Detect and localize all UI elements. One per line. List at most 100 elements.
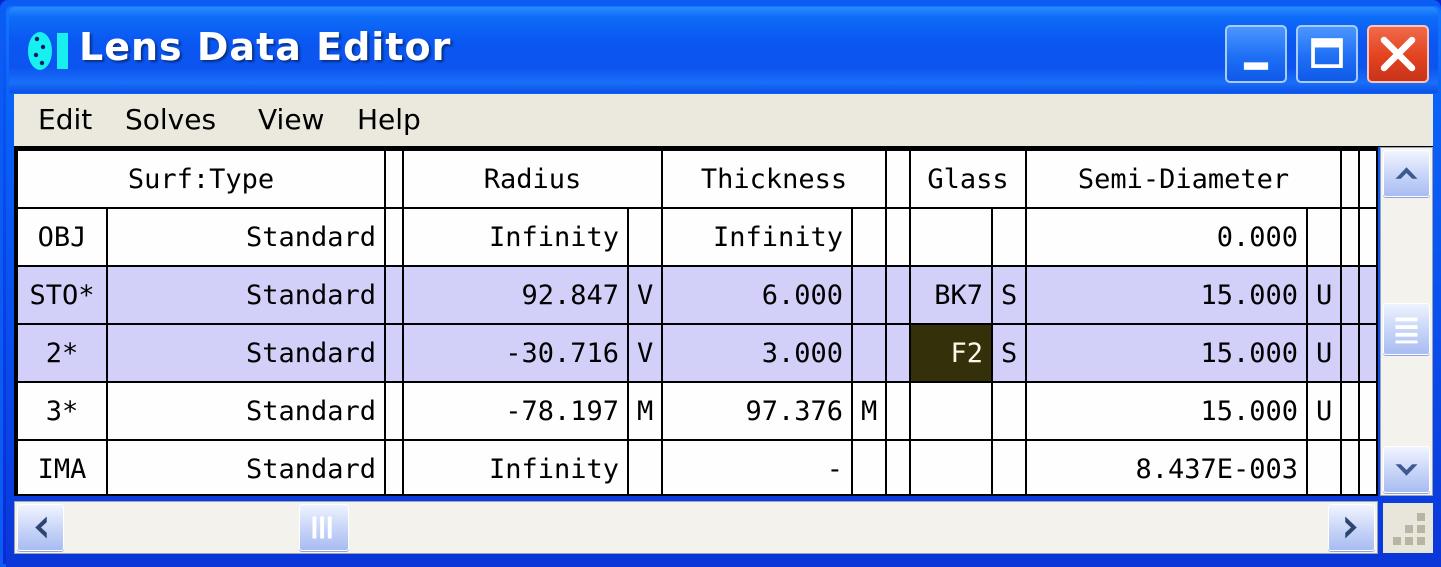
column-header-semi-diameter[interactable]: Semi-Diameter <box>1025 149 1343 209</box>
cell-radius-solve[interactable]: V <box>626 323 664 383</box>
cell-radius-solve[interactable] <box>626 207 664 267</box>
cell-semi-solve[interactable] <box>1306 439 1343 494</box>
cell-radius[interactable]: 92.847 <box>402 265 629 325</box>
table-row[interactable]: 2* Standard -30.716 V 3.000 F2 S 15.000 U <box>16 323 1376 383</box>
table-row[interactable]: 3* Standard -78.197 M 97.376 M 15.000 U <box>16 381 1376 441</box>
cell-radius[interactable]: Infinity <box>402 439 629 494</box>
cell-surface-type[interactable]: Standard <box>106 323 386 383</box>
cell-gap-1 <box>384 439 404 494</box>
cell-gap-2 <box>885 207 912 267</box>
cell-thickness[interactable]: 97.376 <box>661 381 854 441</box>
window-title: Lens Data Editor <box>79 25 452 69</box>
scroll-left-icon[interactable] <box>17 504 64 551</box>
cell-glass[interactable] <box>909 439 994 494</box>
cell-glass-solve[interactable]: S <box>991 265 1028 325</box>
cell-glass[interactable] <box>909 207 994 267</box>
vertical-scroll-thumb[interactable] <box>1383 303 1430 355</box>
cell-radius-solve[interactable]: V <box>626 265 664 325</box>
cell-semi-diameter[interactable]: 15.000 <box>1025 323 1309 383</box>
cell-glass-solve[interactable] <box>991 207 1028 267</box>
cell-surface-type[interactable]: Standard <box>106 439 386 494</box>
cell-semi-diameter[interactable]: 15.000 <box>1025 381 1309 441</box>
cell-glass-solve[interactable] <box>991 439 1028 494</box>
scroll-up-icon[interactable] <box>1383 150 1430 197</box>
cell-gap-4 <box>1358 207 1376 267</box>
cell-radius-solve[interactable] <box>626 439 664 494</box>
column-gap-2 <box>885 149 912 209</box>
cell-gap-4 <box>1358 381 1376 441</box>
lens-data-editor-window: Lens Data Editor Edit Solves View Help S… <box>0 0 1441 567</box>
cell-gap-2 <box>885 323 912 383</box>
cell-surface[interactable]: 3* <box>16 381 108 441</box>
cell-gap-2 <box>885 381 912 441</box>
cell-thickness[interactable]: 3.000 <box>661 323 854 383</box>
column-header-radius[interactable]: Radius <box>401 149 664 209</box>
cell-surface[interactable]: IMA <box>16 439 108 494</box>
cell-gap-1 <box>384 207 404 267</box>
column-header-surf-type[interactable]: Surf:Type <box>16 149 386 209</box>
cell-semi-diameter[interactable]: 0.000 <box>1025 207 1309 267</box>
cell-radius[interactable]: -78.197 <box>402 381 629 441</box>
cell-gap-3 <box>1340 381 1361 441</box>
cell-thickness-solve[interactable] <box>851 265 888 325</box>
cell-gap-4 <box>1358 323 1376 383</box>
cell-semi-diameter[interactable]: 8.437E-003 <box>1025 439 1309 494</box>
cell-gap-2 <box>885 265 912 325</box>
horizontal-scrollbar[interactable] <box>14 501 1378 554</box>
cell-gap-2 <box>885 439 912 494</box>
cell-gap-4 <box>1358 265 1376 325</box>
table-row[interactable]: STO* Standard 92.847 V 6.000 BK7 S 15.000 U <box>16 265 1376 325</box>
table-row[interactable]: OBJ Standard Infinity Infinity 0.000 <box>16 207 1376 267</box>
cell-surface[interactable]: 2* <box>16 323 108 383</box>
maximize-button[interactable] <box>1296 25 1358 83</box>
cell-thickness[interactable]: 6.000 <box>661 265 854 325</box>
menu-item-solves[interactable]: Solves <box>119 103 222 137</box>
table-row[interactable]: IMA Standard Infinity - 8.437E-003 <box>16 439 1376 494</box>
vertical-scrollbar[interactable] <box>1380 147 1433 496</box>
cell-surface-type[interactable]: Standard <box>106 207 386 267</box>
cell-thickness[interactable]: - <box>661 439 854 494</box>
cell-surface-type[interactable]: Standard <box>106 381 386 441</box>
menu-item-edit[interactable]: Edit <box>32 103 98 137</box>
cell-semi-solve[interactable] <box>1306 207 1343 267</box>
menu-item-view[interactable]: View <box>252 103 330 137</box>
scroll-right-icon[interactable] <box>1328 504 1375 551</box>
surface-table: Surf:Type Radius Thickness Glass Semi-Di… <box>16 149 1376 494</box>
cell-radius[interactable]: -30.716 <box>402 323 629 383</box>
cell-gap-4 <box>1358 439 1376 494</box>
scroll-down-icon[interactable] <box>1383 446 1430 493</box>
menu-item-help[interactable]: Help <box>351 103 427 137</box>
column-gap-1 <box>384 149 404 209</box>
cell-surface[interactable]: STO* <box>16 265 108 325</box>
cell-radius-solve[interactable]: M <box>626 381 664 441</box>
cell-glass-solve[interactable]: S <box>991 323 1028 383</box>
cell-glass-solve[interactable] <box>991 381 1028 441</box>
minimize-button[interactable] <box>1225 25 1287 83</box>
cell-gap-1 <box>384 323 404 383</box>
cell-radius[interactable]: Infinity <box>402 207 629 267</box>
cell-semi-diameter[interactable]: 15.000 <box>1025 265 1309 325</box>
cell-thickness[interactable]: Infinity <box>661 207 854 267</box>
cell-gap-3 <box>1340 265 1361 325</box>
cell-thickness-solve[interactable]: M <box>851 381 888 441</box>
cell-thickness-solve[interactable] <box>851 439 888 494</box>
cell-gap-1 <box>384 381 404 441</box>
close-button[interactable] <box>1367 25 1429 83</box>
cell-surface-type[interactable]: Standard <box>106 265 386 325</box>
horizontal-scroll-thumb[interactable] <box>299 504 349 551</box>
column-header-thickness[interactable]: Thickness <box>661 149 888 209</box>
cell-glass[interactable]: F2 <box>909 323 994 383</box>
cell-thickness-solve[interactable] <box>851 323 888 383</box>
column-header-glass[interactable]: Glass <box>909 149 1028 209</box>
cell-gap-3 <box>1340 323 1361 383</box>
cell-semi-solve[interactable]: U <box>1306 381 1343 441</box>
cell-semi-solve[interactable]: U <box>1306 323 1343 383</box>
title-bar[interactable]: Lens Data Editor <box>9 7 1438 93</box>
cell-surface[interactable]: OBJ <box>16 207 108 267</box>
cell-semi-solve[interactable]: U <box>1306 265 1343 325</box>
cell-thickness-solve[interactable] <box>851 207 888 267</box>
cell-glass[interactable] <box>909 381 994 441</box>
cell-glass[interactable]: BK7 <box>909 265 994 325</box>
lens-data-grid[interactable]: Surf:Type Radius Thickness Glass Semi-Di… <box>14 147 1378 496</box>
resize-grip-icon[interactable] <box>1383 503 1433 553</box>
